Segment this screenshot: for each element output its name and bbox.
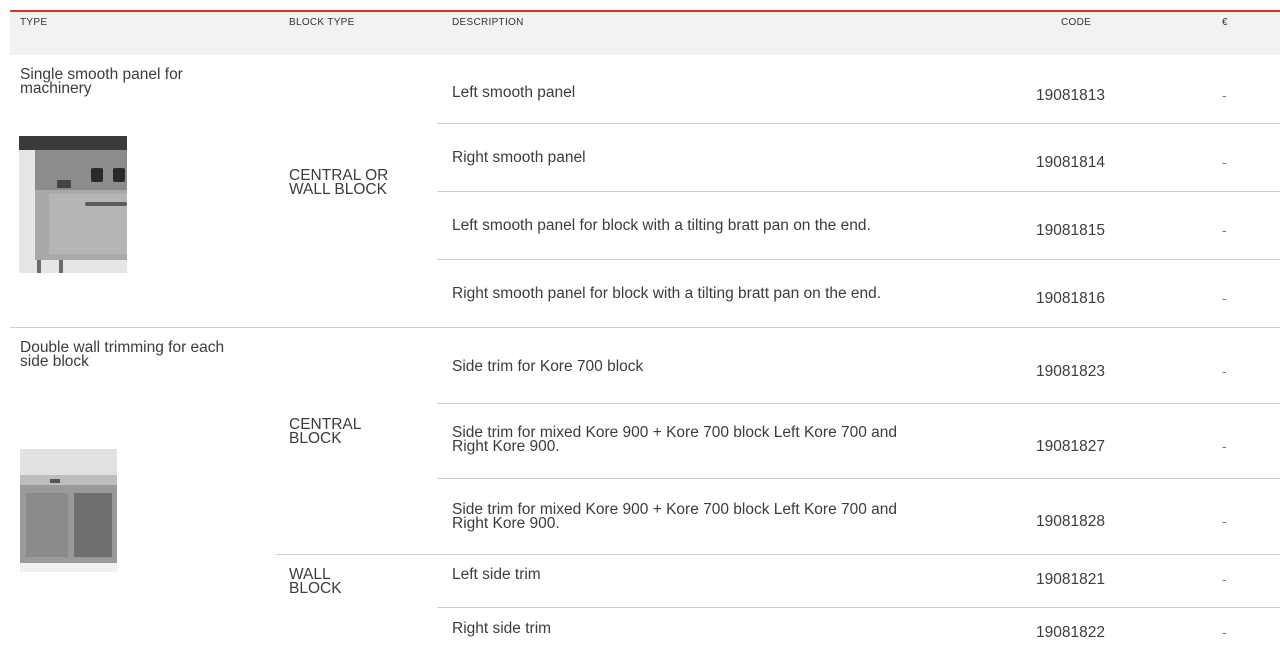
row-divider	[437, 123, 1280, 124]
price-cell: -	[1222, 87, 1227, 103]
header-type: TYPE	[20, 17, 48, 28]
description-text: Left smooth panel for block with a tilti…	[452, 217, 871, 234]
price-cell: -	[1222, 571, 1227, 587]
description-text: Right side trim	[452, 620, 552, 637]
price-cell: -	[1222, 290, 1227, 306]
code-cell: 19081821	[1036, 571, 1105, 588]
price-cell: -	[1222, 222, 1227, 238]
code-cell: 19081823	[1036, 363, 1105, 380]
price-cell: -	[1222, 513, 1227, 529]
description-cell: Side trim for mixed Kore 900 + Kore 700 …	[452, 425, 897, 455]
block-line: BLOCK	[289, 430, 342, 447]
block-type-cell: WALL BLOCK	[289, 567, 342, 597]
description-cell: Right side trim	[452, 620, 552, 637]
row-divider	[437, 191, 1280, 192]
group-divider	[10, 327, 1280, 328]
code-cell: 19081828	[1036, 513, 1105, 530]
price-cell: -	[1222, 154, 1227, 170]
description-cell: Right smooth panel	[452, 149, 586, 166]
description-text: Right Kore 900.	[452, 438, 560, 455]
description-cell: Left smooth panel	[452, 84, 576, 101]
row-divider	[437, 403, 1280, 404]
description-text: Left side trim	[452, 566, 541, 583]
fryer-cabinet-image	[19, 136, 127, 273]
row-divider	[437, 607, 1280, 608]
block-type-cell: CENTRAL OR WALL BLOCK	[289, 168, 388, 198]
description-text: Side trim for Kore 700 block	[452, 358, 644, 375]
type-cell: Single smooth panel for machinery	[20, 67, 183, 97]
description-text: Right smooth panel for block with a tilt…	[452, 285, 882, 302]
code-cell: 19081814	[1036, 154, 1105, 171]
price-cell: -	[1222, 438, 1227, 454]
row-divider	[437, 478, 1280, 479]
price-cell: -	[1222, 624, 1227, 640]
smooth-panel-machinery-photo	[19, 136, 127, 273]
description-cell: Right smooth panel for block with a tilt…	[452, 285, 882, 302]
description-cell: Left side trim	[452, 566, 541, 583]
type-cell: Double wall trimming for each side block	[20, 340, 224, 370]
code-cell: 19081813	[1036, 87, 1105, 104]
code-cell: 19081822	[1036, 624, 1105, 641]
code-cell: 19081816	[1036, 290, 1105, 307]
description-text: Left smooth panel	[452, 84, 576, 101]
trim-block-image	[20, 449, 117, 572]
code-cell: 19081815	[1036, 222, 1105, 239]
header-price: €	[1222, 17, 1228, 28]
type-line: side block	[20, 353, 89, 370]
description-text: Right Kore 900.	[452, 515, 560, 532]
row-divider	[437, 259, 1280, 260]
header-description: DESCRIPTION	[452, 17, 524, 28]
description-cell: Side trim for mixed Kore 900 + Kore 700 …	[452, 502, 897, 532]
description-cell: Side trim for Kore 700 block	[452, 358, 644, 375]
header-block-type: BLOCK TYPE	[289, 17, 355, 28]
description-text: Right smooth panel	[452, 149, 586, 166]
block-line: BLOCK	[289, 580, 342, 597]
description-cell: Left smooth panel for block with a tilti…	[452, 217, 871, 234]
type-line: machinery	[20, 80, 92, 97]
row-divider	[276, 554, 1280, 555]
block-line: WALL BLOCK	[289, 181, 387, 198]
code-cell: 19081827	[1036, 438, 1105, 455]
price-cell: -	[1222, 363, 1227, 379]
header-code: CODE	[1061, 17, 1092, 28]
side-trim-block-photo	[20, 449, 117, 572]
block-type-cell: CENTRAL BLOCK	[289, 417, 361, 447]
